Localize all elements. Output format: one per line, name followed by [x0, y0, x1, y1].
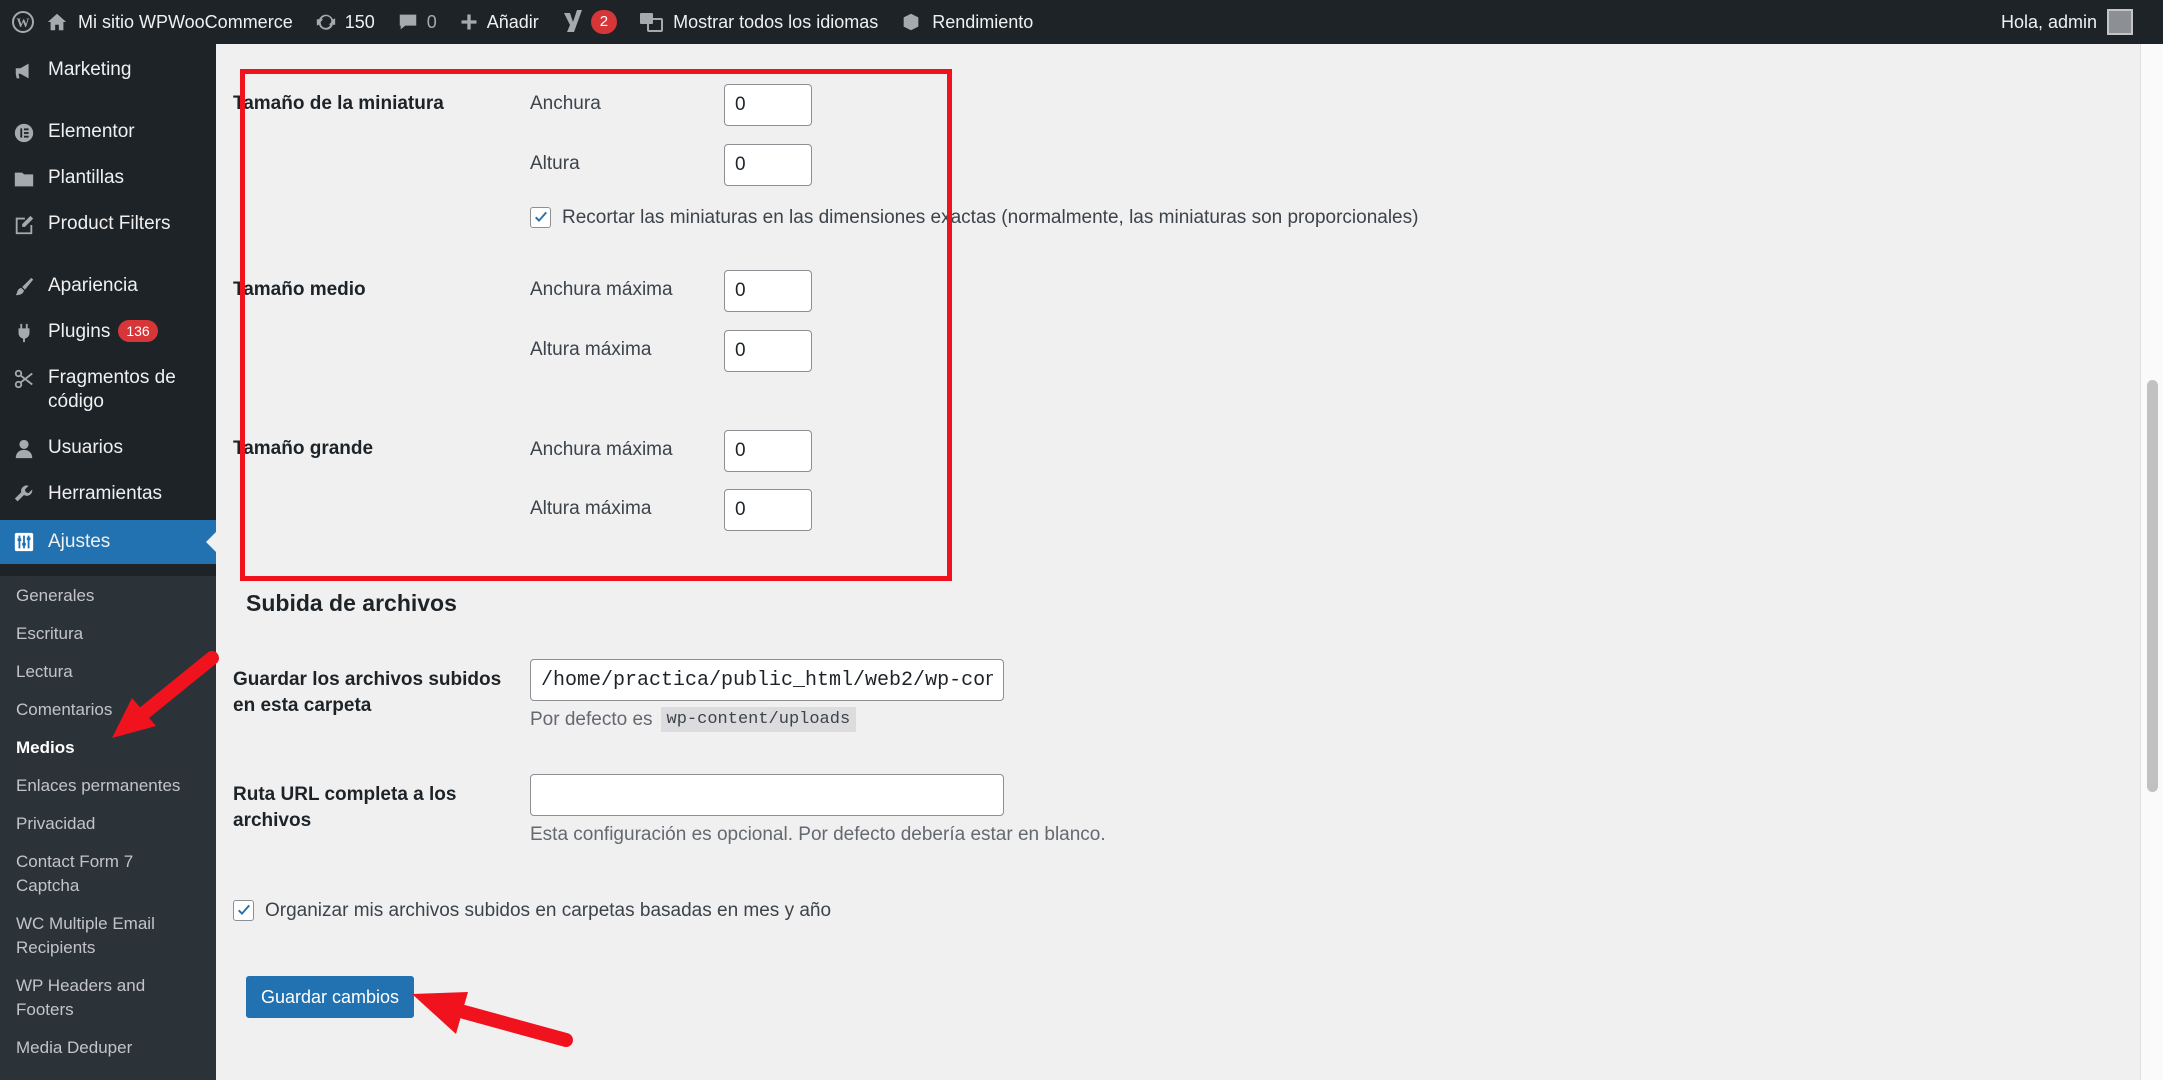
save-changes-button[interactable]: Guardar cambios	[246, 976, 414, 1018]
sidebar-item-ajustes[interactable]: Ajustes	[0, 520, 216, 564]
sidebar-item-plugins[interactable]: Plugins 136	[0, 320, 216, 344]
plugins-update-badge: 136	[118, 320, 158, 342]
submenu-contact-form-7-captcha[interactable]: Contact Form 7 Captcha	[16, 850, 166, 898]
sidebar-item-label: Plugins	[48, 321, 111, 342]
uploads-section-title: Subida de archivos	[246, 590, 457, 616]
submenu-wc-multiple-email[interactable]: WC Multiple Email Recipients	[16, 912, 186, 960]
upload-url-description: Esta configuración es opcional. Por defe…	[530, 824, 1106, 845]
brush-icon	[0, 274, 48, 298]
account-menu[interactable]: Hola, admin	[2001, 9, 2163, 35]
sidebar-item-apariencia[interactable]: Apariencia	[0, 274, 216, 298]
updates-icon	[315, 11, 337, 33]
scrollbar-thumb[interactable]	[2147, 380, 2158, 792]
active-indicator	[206, 532, 216, 552]
upload-url-input[interactable]	[530, 774, 1004, 816]
comments-link[interactable]: 0	[397, 0, 451, 44]
site-name-link[interactable]: Mi sitio WPWooCommerce	[46, 0, 307, 44]
submenu-media-deduper[interactable]: Media Deduper	[16, 1036, 206, 1060]
performance-label: Rendimiento	[932, 11, 1034, 32]
edit-icon	[0, 212, 48, 236]
avatar	[2107, 9, 2133, 35]
sidebar-item-label: Ajustes	[48, 531, 111, 552]
sidebar-item-plantillas[interactable]: Plantillas	[0, 166, 216, 190]
upload-folder-input[interactable]	[530, 659, 1004, 701]
comment-icon	[397, 11, 419, 33]
scissors-icon	[0, 366, 48, 390]
languages-link[interactable]: Mostrar todos los idiomas	[639, 0, 892, 44]
sidebar-item-label: Herramientas	[48, 483, 163, 504]
plugin-icon	[0, 320, 48, 344]
sidebar-item-fragmentos[interactable]: Fragmentos de código	[0, 366, 216, 414]
sidebar-item-label: Product Filters	[48, 213, 171, 234]
sidebar-item-herramientas[interactable]: Herramientas	[0, 482, 216, 506]
arrow-annotation-medios	[112, 651, 219, 738]
updates-link[interactable]: 150	[315, 0, 389, 44]
page-scrollbar[interactable]	[2140, 44, 2163, 1080]
yoast-icon	[561, 10, 583, 34]
sidebar-item-label: Plantillas	[48, 167, 125, 188]
sidebar-item-usuarios[interactable]: Usuarios	[0, 436, 216, 460]
megaphone-icon	[0, 58, 48, 82]
yoast-badge: 2	[590, 10, 618, 34]
upload-folder-description: Por defecto es wp-content/uploads	[530, 707, 857, 732]
svg-text:W: W	[17, 15, 30, 30]
sidebar-item-label: Apariencia	[48, 275, 138, 296]
home-icon	[46, 11, 68, 33]
admin-bar: W Mi sitio WPWooCommerce 150 0 Añadir 2 …	[0, 0, 2163, 44]
add-new-link[interactable]: Añadir	[459, 0, 553, 44]
organize-uploads-label: Organizar mis archivos subidos en carpet…	[265, 900, 832, 921]
sidebar-item-label: Marketing	[48, 59, 132, 80]
sidebar-item-label: Elementor	[48, 121, 135, 142]
add-new-label: Añadir	[486, 11, 539, 32]
sidebar-item-product-filters[interactable]: Product Filters	[0, 212, 216, 236]
greeting: Hola, admin	[2000, 11, 2097, 32]
site-name: Mi sitio WPWooCommerce	[78, 11, 293, 32]
settings-icon	[0, 531, 48, 553]
elementor-icon	[0, 120, 48, 144]
sidebar-item-marketing[interactable]: Marketing	[0, 58, 216, 82]
upload-folder-default: wp-content/uploads	[660, 707, 857, 732]
highlight-box-annotation	[240, 69, 952, 581]
performance-link[interactable]: Rendimiento	[900, 0, 1047, 44]
updates-count: 150	[344, 11, 375, 32]
submenu-enlaces-permanentes[interactable]: Enlaces permanentes	[16, 774, 206, 798]
yoast-link[interactable]: 2	[561, 0, 631, 44]
admin-sidebar: Marketing Elementor Plantillas Product F…	[0, 44, 216, 1080]
folder-icon	[0, 166, 48, 190]
user-icon	[0, 436, 48, 460]
languages-label: Mostrar todos los idiomas	[673, 11, 879, 32]
organize-uploads-checkbox[interactable]	[233, 900, 254, 921]
comments-count: 0	[426, 11, 437, 32]
submenu-escritura[interactable]: Escritura	[16, 622, 206, 646]
wrench-icon	[0, 482, 48, 506]
performance-icon	[900, 11, 922, 33]
wordpress-logo-icon[interactable]: W	[0, 0, 46, 44]
submenu-privacidad[interactable]: Privacidad	[16, 812, 206, 836]
submenu-generales[interactable]: Generales	[16, 584, 206, 608]
sidebar-item-label: Fragmentos de código	[48, 367, 176, 412]
upload-folder-desc-text: Por defecto es	[530, 708, 653, 730]
sidebar-item-elementor[interactable]: Elementor	[0, 120, 216, 144]
checkmark-icon	[237, 904, 250, 915]
arrow-annotation-save	[412, 992, 573, 1047]
plus-icon	[459, 12, 479, 32]
submenu-wp-headers-footers[interactable]: WP Headers and Footers	[16, 974, 166, 1022]
upload-folder-label: Guardar los archivos subidos en esta car…	[233, 669, 502, 716]
upload-url-label: Ruta URL completa a los archivos	[233, 784, 457, 831]
sidebar-item-label: Usuarios	[48, 437, 123, 458]
translate-icon	[639, 11, 664, 33]
